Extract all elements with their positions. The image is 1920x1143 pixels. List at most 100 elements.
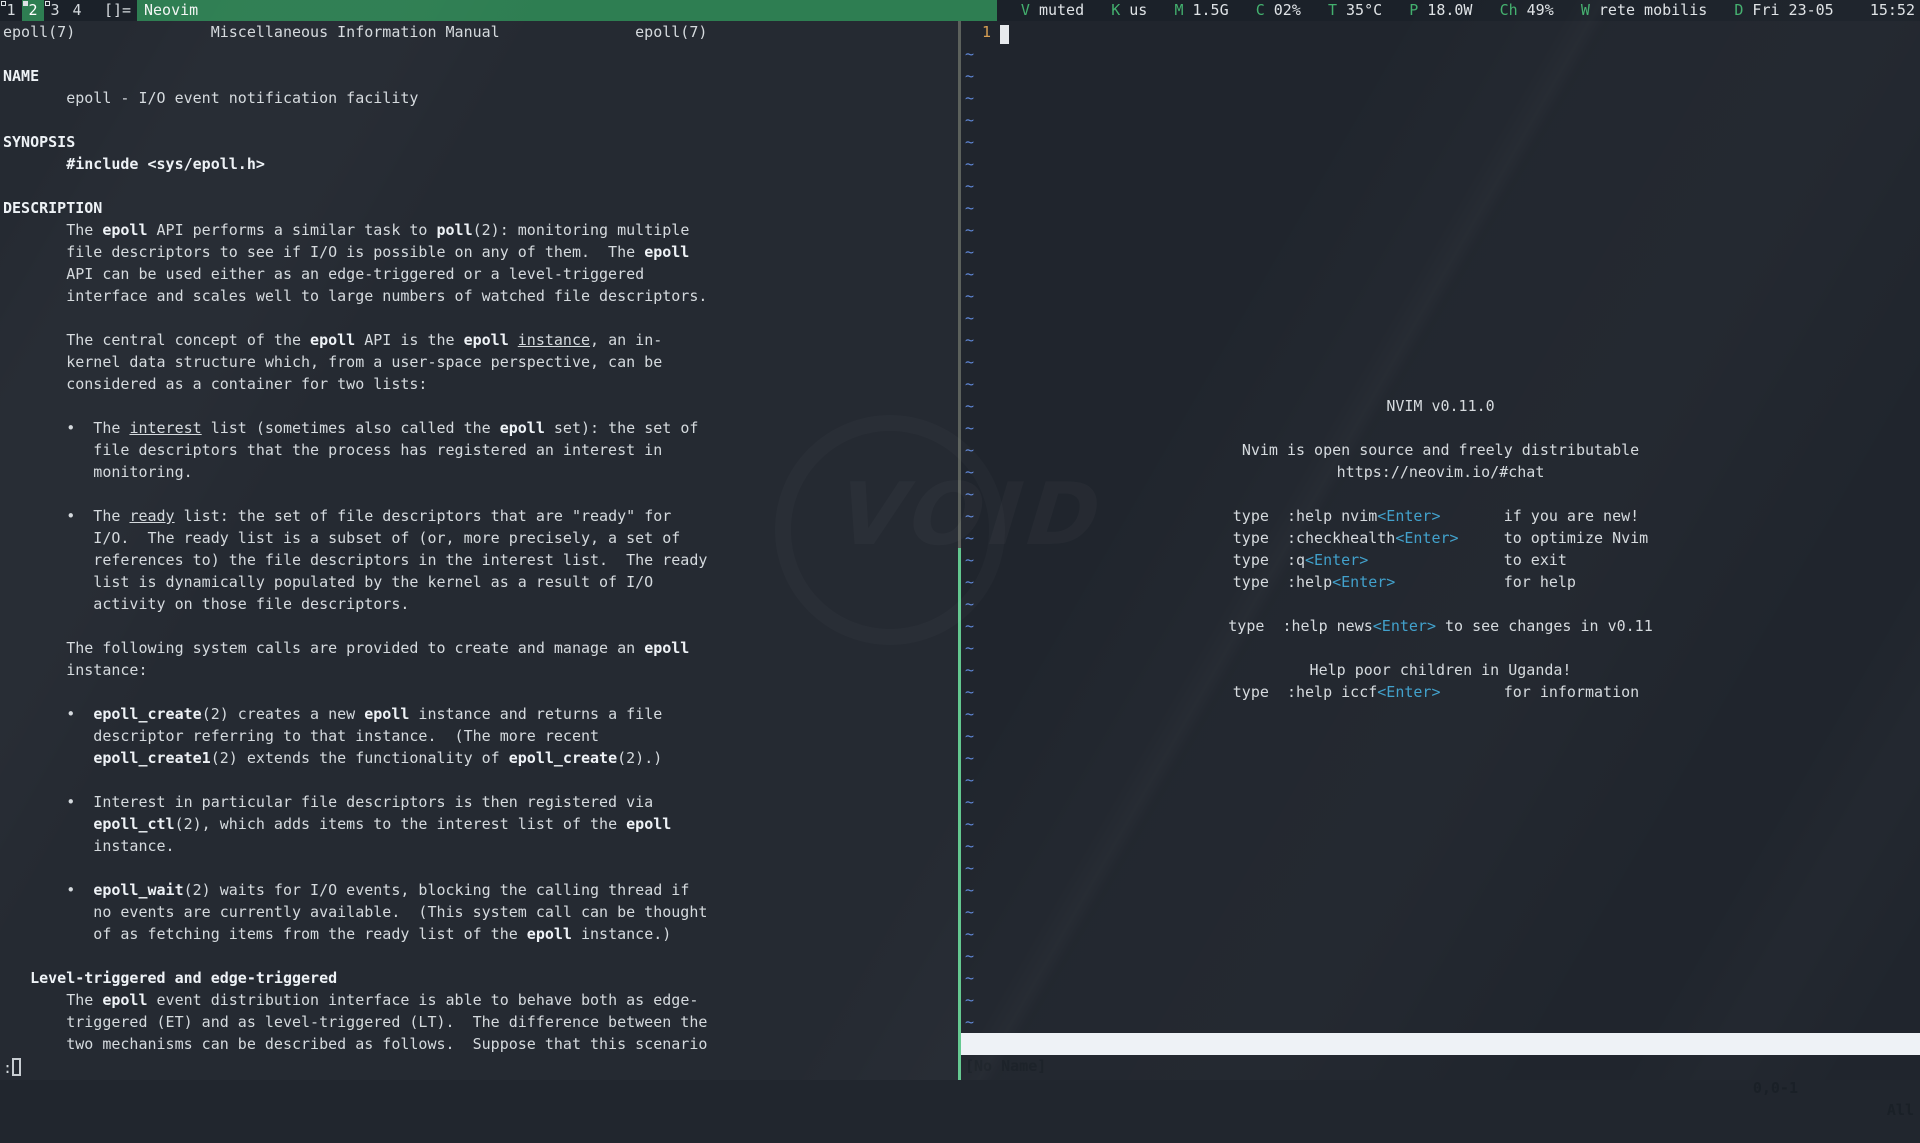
tag-label: 4 [72, 1, 81, 19]
tilde-marker: ~ [965, 439, 974, 461]
tag-label: 3 [50, 1, 59, 19]
tag-client-indicator [23, 1, 28, 6]
nvim-line: ~ [961, 417, 1920, 439]
tilde-marker: ~ [965, 219, 974, 241]
nvim-line: ~ [961, 197, 1920, 219]
tilde-marker: ~ [965, 241, 974, 263]
nvim-statusline: [No Name] 0,0-1 All [961, 1033, 1920, 1055]
tilde-marker: ~ [965, 637, 974, 659]
man-line: #include <sys/epoll.h> [0, 153, 958, 175]
nvim-line: ~type :help news<Enter> to see changes i… [961, 615, 1920, 637]
scroll-position: All [1887, 1099, 1914, 1121]
man-line: monitoring. [0, 461, 958, 483]
man-line: considered as a container for two lists: [0, 373, 958, 395]
tilde-marker: ~ [965, 923, 974, 945]
cursor-ruler: 0,0-1 [1753, 1077, 1798, 1099]
nvim-line: ~type :help<Enter> for help [961, 571, 1920, 593]
man-line: list is dynamically populated by the ker… [0, 571, 958, 593]
nvim-line: ~type :checkhealth<Enter> to optimize Nv… [961, 527, 1920, 549]
workspace-tag-2[interactable]: 2 [22, 0, 44, 21]
workspace-tag-3[interactable]: 3 [44, 0, 66, 21]
nvim-line: ~ [961, 307, 1920, 329]
tilde-marker: ~ [965, 879, 974, 901]
nvim-line: ~ [961, 879, 1920, 901]
tilde-marker: ~ [965, 901, 974, 923]
tag-client-indicator [45, 1, 50, 6]
man-line: references to) the file descriptors in t… [0, 549, 958, 571]
man-line [0, 175, 958, 197]
tilde-marker: ~ [965, 747, 974, 769]
window-title: Neovim [137, 0, 997, 21]
intro-text: type :help news<Enter> to see changes in… [961, 615, 1920, 637]
tilde-marker: ~ [965, 835, 974, 857]
tilde-marker: ~ [965, 791, 974, 813]
tilde-marker: ~ [965, 659, 974, 681]
tilde-marker: ~ [965, 285, 974, 307]
tilde-marker: ~ [965, 769, 974, 791]
tag-label: 2 [28, 1, 37, 19]
man-line: The following system calls are provided … [0, 637, 958, 659]
man-line: activity on those file descriptors. [0, 593, 958, 615]
nvim-line: ~ [961, 945, 1920, 967]
tilde-marker: ~ [965, 549, 974, 571]
man-line [0, 43, 958, 65]
tilde-marker: ~ [965, 351, 974, 373]
hollow-cursor [12, 1058, 21, 1076]
man-line: The central concept of the epoll API is … [0, 329, 958, 351]
man-line: The epoll event distribution interface i… [0, 989, 958, 1011]
status-value: 18.0W [1418, 1, 1499, 19]
tilde-marker: ~ [965, 967, 974, 989]
nvim-line: ~ [961, 65, 1920, 87]
top-bar: 1234 []= Neovim V muted K us M 1.5G C 02… [0, 0, 1920, 21]
man-line: API can be used either as an edge-trigge… [0, 263, 958, 285]
man-line: of as fetching items from the ready list… [0, 923, 958, 945]
man-line: NAME [0, 65, 958, 87]
nvim-line: ~ [961, 725, 1920, 747]
man-line: interface and scales well to large numbe… [0, 285, 958, 307]
nvim-line: ~ [961, 219, 1920, 241]
intro-text: type :help nvim<Enter> if you are new! [961, 505, 1920, 527]
workspace-tag-1[interactable]: 1 [0, 0, 22, 21]
man-line [0, 483, 958, 505]
tag-client-indicator [1, 1, 6, 6]
tilde-marker: ~ [965, 483, 974, 505]
man-line: instance. [0, 835, 958, 857]
workspace-tags: 1234 [0, 0, 88, 21]
tilde-marker: ~ [965, 593, 974, 615]
nvim-line: ~ [961, 923, 1920, 945]
nvim-line: ~Nvim is open source and freely distribu… [961, 439, 1920, 461]
man-line: • The interest list (sometimes also call… [0, 417, 958, 439]
nvim-line: ~ [961, 989, 1920, 1011]
nvim-line: ~ [961, 967, 1920, 989]
intro-text: type :help<Enter> for help [961, 571, 1920, 593]
workspace-tag-4[interactable]: 4 [66, 0, 88, 21]
man-line: epoll_create1(2) extends the functionali… [0, 747, 958, 769]
layout-indicator[interactable]: []= [104, 0, 131, 21]
status-value: 49% [1518, 1, 1581, 19]
tilde-marker: ~ [965, 175, 974, 197]
nvim-line: 1 [961, 21, 1920, 43]
man-line [0, 769, 958, 791]
intro-text: https://neovim.io/#chat [961, 461, 1920, 483]
tilde-marker: ~ [965, 461, 974, 483]
tilde-marker: ~ [965, 615, 974, 637]
nvim-line: ~ [961, 373, 1920, 395]
intro-text: type :checkhealth<Enter> to optimize Nvi… [961, 527, 1920, 549]
man-line: • epoll_create(2) creates a new epoll in… [0, 703, 958, 725]
man-line: • Interest in particular file descriptor… [0, 791, 958, 813]
terminal-manpage-window[interactable]: epoll(7) Miscellaneous Information Manua… [0, 21, 958, 1080]
man-line [0, 945, 958, 967]
status-value: Fri 23-05 [1743, 1, 1860, 19]
man-line: kernel data structure which, from a user… [0, 351, 958, 373]
nvim-line: ~ [961, 593, 1920, 615]
status-key: V [1021, 1, 1030, 19]
nvim-line: ~ [961, 483, 1920, 505]
nvim-line: ~ [961, 1011, 1920, 1033]
nvim-line: ~Help poor children in Uganda! [961, 659, 1920, 681]
man-line: epoll(7) Miscellaneous Information Manua… [0, 21, 958, 43]
nvim-line: ~ [961, 285, 1920, 307]
nvim-line [961, 1055, 1920, 1077]
tilde-marker: ~ [965, 131, 974, 153]
tilde-marker: ~ [965, 417, 974, 439]
neovim-window[interactable]: 1 ~~~~~~~~~~~~~~~~~NVIM v0.11.0~~Nvim is… [961, 21, 1920, 1080]
